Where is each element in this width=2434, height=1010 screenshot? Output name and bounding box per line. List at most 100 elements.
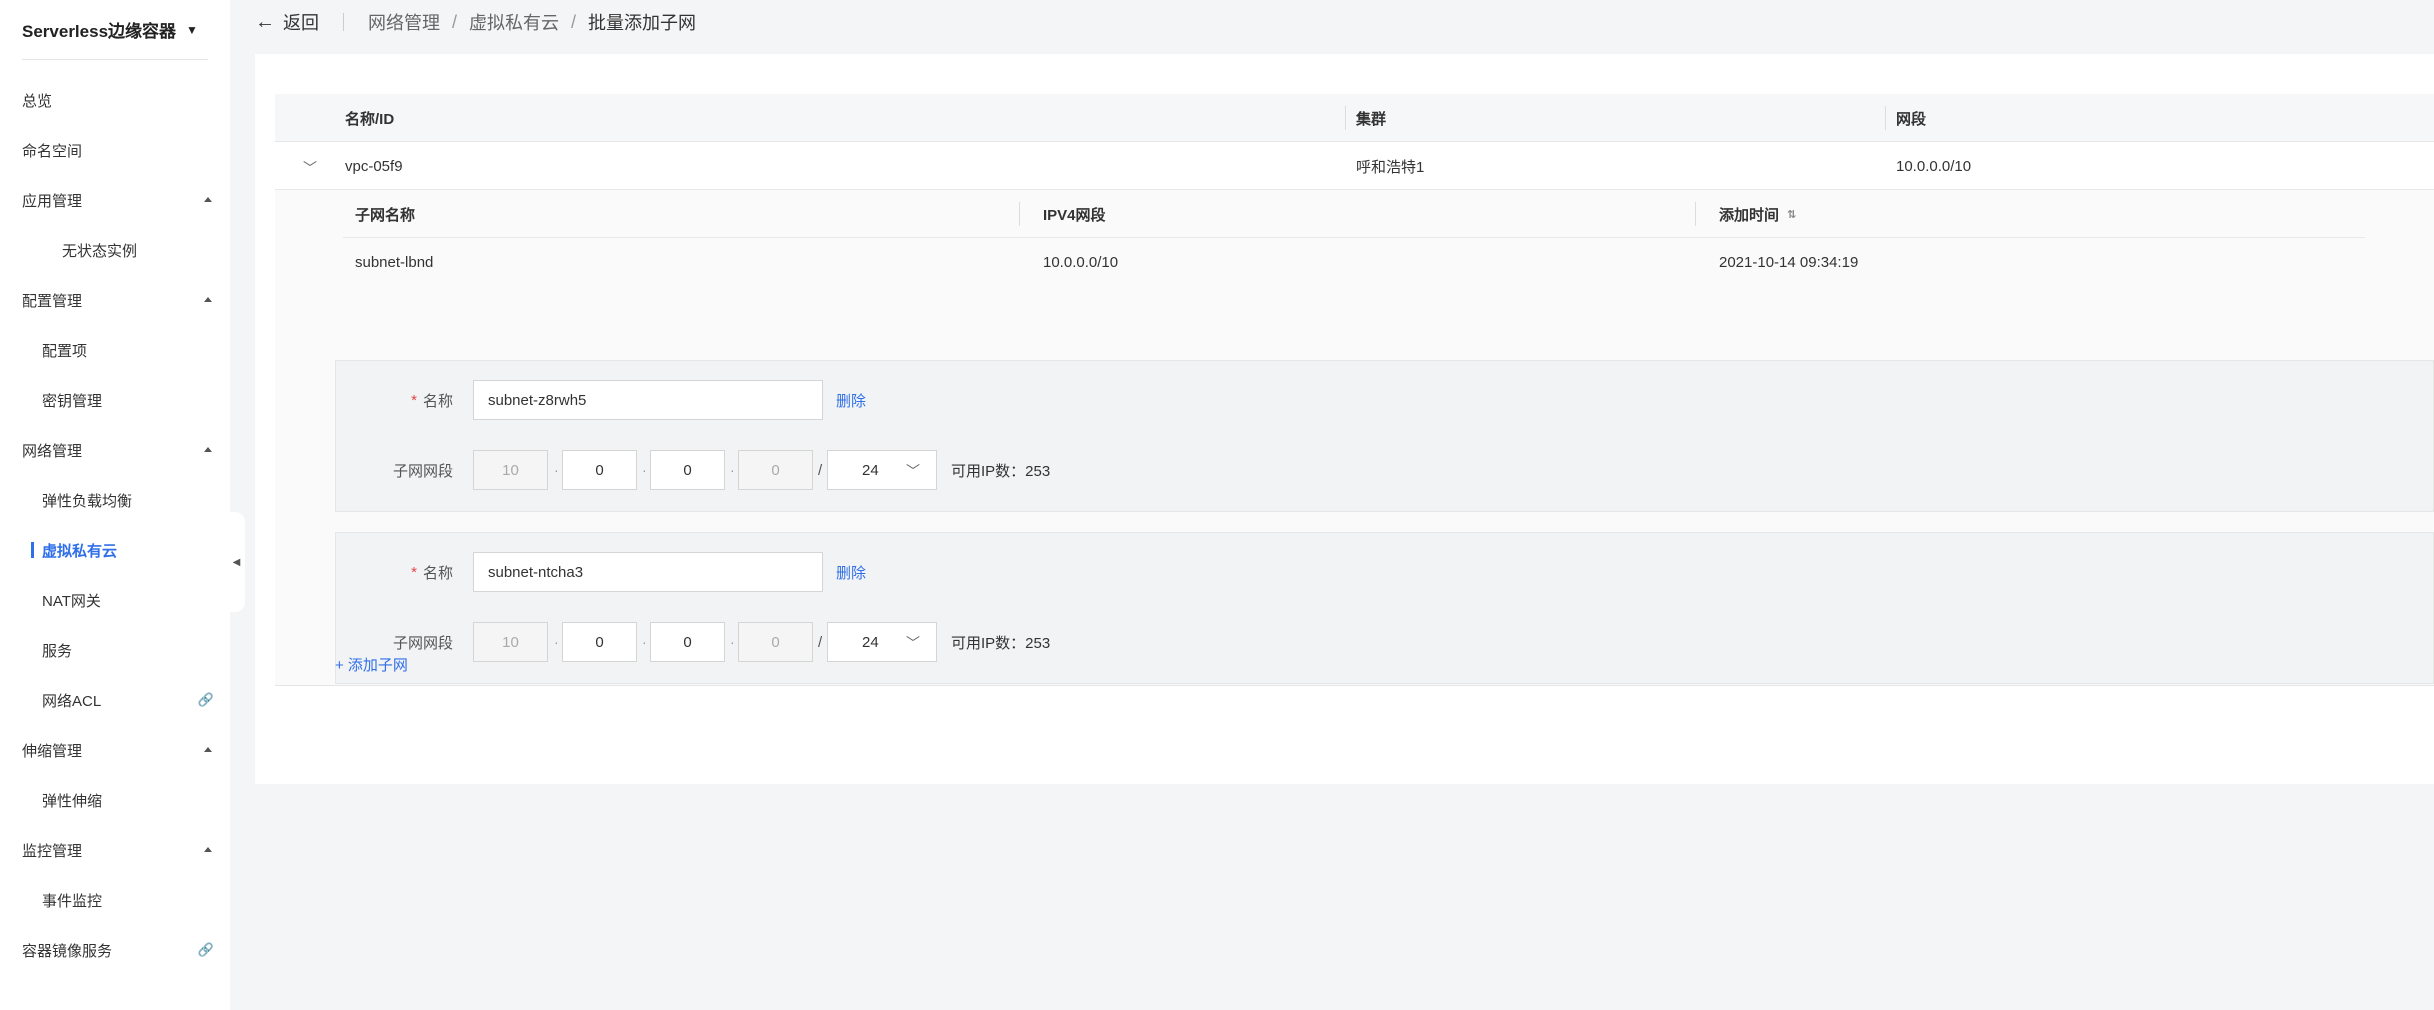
- sort-icon[interactable]: ⇅: [1787, 208, 1796, 221]
- mask-select[interactable]: 24 ﹀: [827, 450, 937, 490]
- slash-separator: /: [818, 633, 823, 651]
- sidebar-group-config[interactable]: 配置管理: [0, 275, 230, 325]
- caret-down-icon: ▼: [186, 22, 198, 37]
- sidebar-item-registry[interactable]: 容器镜像服务 🔗: [0, 925, 230, 975]
- back-label: 返回: [283, 13, 319, 33]
- cidr-octet-2[interactable]: 0: [562, 622, 637, 662]
- sidebar-item-acl[interactable]: 网络ACL 🔗: [0, 675, 230, 725]
- chevron-down-icon[interactable]: ﹀: [303, 158, 317, 178]
- sidebar-item-vpc[interactable]: 虚拟私有云: [0, 525, 230, 575]
- caret-up-icon: [204, 847, 212, 852]
- breadcrumb-vpc[interactable]: 虚拟私有云: [469, 9, 559, 35]
- sidebar-group-app[interactable]: 应用管理: [0, 175, 230, 225]
- mask-value: 24: [862, 461, 879, 479]
- dot-separator: ·: [642, 462, 647, 478]
- caret-up-icon: [204, 297, 212, 302]
- column-header-time-label: 添加时间: [1719, 206, 1780, 224]
- sidebar-item-label: 总览: [22, 92, 53, 110]
- name-label-text: 名称: [422, 564, 453, 582]
- column-divider: [1885, 106, 1886, 130]
- sidebar: Serverless边缘容器 ▼ 总览 命名空间 应用管理 无状态实例 配置管理…: [0, 0, 230, 1010]
- caret-up-icon: [204, 447, 212, 452]
- sidebar-item-autoscale[interactable]: 弹性伸缩: [0, 775, 230, 825]
- mask-select[interactable]: 24 ﹀: [827, 622, 937, 662]
- sidebar-item-label: 弹性负载均衡: [42, 492, 133, 510]
- dot-separator: ·: [554, 634, 559, 650]
- delete-button[interactable]: 删除: [836, 552, 866, 592]
- caret-up-icon: [204, 197, 212, 202]
- sidebar-item-label: 配置管理: [22, 292, 83, 310]
- breadcrumb-separator: /: [452, 11, 458, 32]
- table-row: subnet-lbnd 10.0.0.0/10 2021-10-14 09:34…: [343, 238, 2365, 286]
- sidebar-item-label: 服务: [42, 642, 73, 660]
- vpc-name: vpc-05f9: [345, 157, 403, 175]
- sidebar-item-elb[interactable]: 弹性负载均衡: [0, 475, 230, 525]
- back-button[interactable]: ← 返回: [255, 9, 319, 35]
- available-ip-count: 可用IP数：253: [951, 462, 1051, 480]
- column-header-name: 名称/ID: [345, 110, 395, 128]
- sidebar-item-configmap[interactable]: 配置项: [0, 325, 230, 375]
- sidebar-item-label: NAT网关: [42, 592, 101, 610]
- chevron-down-icon: ﹀: [906, 463, 920, 479]
- name-label-text: 名称: [422, 392, 453, 410]
- cidr-octet-3[interactable]: 0: [650, 622, 725, 662]
- subnet-table-header: 子网名称 IPV4网段 添加时间 ⇅: [343, 190, 2365, 238]
- breadcrumb-network[interactable]: 网络管理: [368, 9, 440, 35]
- sidebar-item-label: 网络管理: [22, 442, 83, 460]
- cidr-octet-4: 0: [738, 622, 813, 662]
- name-label: * 名称: [336, 552, 453, 592]
- column-header-cluster: 集群: [1356, 110, 1387, 128]
- chevron-down-icon: ﹀: [906, 635, 920, 651]
- dot-separator: ·: [642, 634, 647, 650]
- subnet-name: subnet-lbnd: [355, 253, 434, 271]
- column-divider: [1019, 202, 1020, 226]
- available-ip-count: 可用IP数：253: [951, 634, 1051, 652]
- sidebar-group-network[interactable]: 网络管理: [0, 425, 230, 475]
- column-header-time[interactable]: 添加时间 ⇅: [1719, 190, 1796, 238]
- product-title: Serverless边缘容器: [22, 22, 177, 41]
- sidebar-item-label: 应用管理: [22, 192, 83, 210]
- sidebar-item-label: 密钥管理: [42, 392, 103, 410]
- sidebar-item-label: 容器镜像服务: [22, 942, 113, 960]
- table-row[interactable]: ﹀ vpc-05f9 呼和浩特1 10.0.0.0/10: [275, 142, 2434, 190]
- sidebar-item-secret[interactable]: 密钥管理: [0, 375, 230, 425]
- subnet-form: * 名称 subnet-z8rwh5 删除 子网网段 10 · 0 · 0 · 0…: [335, 360, 2434, 512]
- sidebar-item-nat[interactable]: NAT网关: [0, 575, 230, 625]
- subnet-name-input[interactable]: subnet-ntcha3: [473, 552, 823, 592]
- sidebar-group-scaling[interactable]: 伸缩管理: [0, 725, 230, 775]
- sidebar-item-overview[interactable]: 总览: [0, 75, 230, 125]
- sidebar-item-label: 无状态实例: [62, 242, 138, 260]
- sidebar-item-service[interactable]: 服务: [0, 625, 230, 675]
- main-card: 名称/ID 集群 网段 ﹀ vpc-05f9 呼和浩特1 10.0.0.0/10…: [255, 54, 2434, 784]
- sidebar-item-label: 弹性伸缩: [42, 792, 103, 810]
- sidebar-item-events[interactable]: 事件监控: [0, 875, 230, 925]
- dot-separator: ·: [730, 634, 735, 650]
- column-divider: [1345, 106, 1346, 130]
- subnet-name-input[interactable]: subnet-z8rwh5: [473, 380, 823, 420]
- divider: [343, 13, 344, 31]
- mask-value: 24: [862, 633, 879, 651]
- product-switcher[interactable]: Serverless边缘容器 ▼: [22, 0, 208, 60]
- sidebar-item-stateless[interactable]: 无状态实例: [0, 225, 230, 275]
- caret-up-icon: [204, 747, 212, 752]
- dot-separator: ·: [554, 462, 559, 478]
- expanded-row-content: 子网名称 IPV4网段 添加时间 ⇅ subnet-lbnd 10.0.0.0/…: [275, 190, 2434, 686]
- cidr-octet-3[interactable]: 0: [650, 450, 725, 490]
- sidebar-item-namespace[interactable]: 命名空间: [0, 125, 230, 175]
- cidr-label: 子网网段: [392, 462, 453, 480]
- sidebar-group-monitor[interactable]: 监控管理: [0, 825, 230, 875]
- cidr-octet-4: 0: [738, 450, 813, 490]
- required-mark: *: [411, 391, 417, 409]
- delete-button[interactable]: 删除: [836, 380, 866, 420]
- breadcrumb-separator: /: [571, 11, 577, 32]
- add-subnet-button[interactable]: + 添加子网: [335, 654, 408, 675]
- sidebar-item-label: 事件监控: [42, 892, 103, 910]
- arrow-left-icon: ←: [255, 10, 275, 33]
- sidebar-item-label: 命名空间: [22, 142, 83, 160]
- subnet-time: 2021-10-14 09:34:19: [1719, 253, 1859, 271]
- subnet-ipv4: 10.0.0.0/10: [1043, 253, 1119, 271]
- external-link-icon: 🔗: [197, 692, 214, 707]
- sidebar-item-label: 网络ACL: [42, 692, 102, 710]
- sidebar-collapse-button[interactable]: ◀: [228, 512, 245, 612]
- cidr-octet-2[interactable]: 0: [562, 450, 637, 490]
